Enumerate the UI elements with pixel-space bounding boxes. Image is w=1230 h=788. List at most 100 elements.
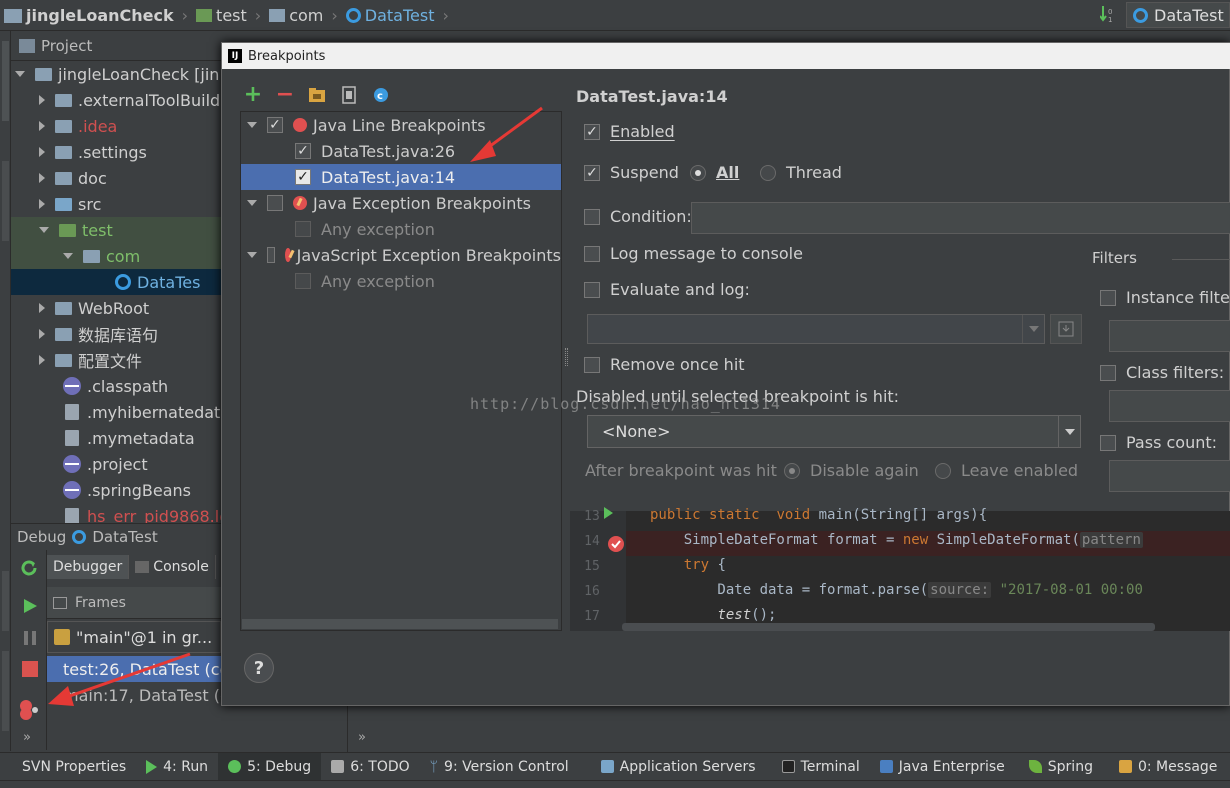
tree-item[interactable]: .externalToolBuild (11, 87, 220, 113)
spring-tool-button[interactable]: Spring (1015, 753, 1103, 781)
run-tool-button[interactable]: 4: Run (136, 753, 218, 781)
run-configuration-select[interactable]: DataTest (1126, 2, 1230, 28)
pass-count-checkbox-row[interactable]: Pass count: (1100, 433, 1217, 452)
suspend-all-radio[interactable] (690, 164, 706, 181)
sort-icon[interactable]: 01 (1100, 4, 1114, 26)
breakpoint-item[interactable]: Any exception (241, 268, 561, 294)
expand-arrow-icon[interactable] (39, 173, 45, 183)
class-filters-checkbox-row[interactable]: Class filters: (1100, 363, 1224, 382)
view-breakpoints-icon[interactable] (18, 698, 40, 720)
tree-item-root[interactable]: jingleLoanCheck [jin (11, 61, 219, 87)
breadcrumb-com[interactable]: com (289, 6, 323, 25)
evaluate-log-checkbox[interactable] (584, 281, 600, 298)
tree-item[interactable]: hs_err_pid9868.lo (11, 503, 221, 523)
group-javascript-exception-breakpoints[interactable]: JavaScript Exception Breakpoints (241, 242, 561, 268)
group-java-line-breakpoints[interactable]: ✓ Java Line Breakpoints (241, 112, 561, 138)
help-button[interactable]: ? (244, 653, 274, 683)
svn-properties-button[interactable]: SVN Properties (0, 753, 136, 781)
tree-item[interactable]: 数据库语句 (11, 321, 158, 347)
expand-arrow-icon[interactable] (247, 122, 257, 128)
leave-enabled-radio[interactable] (935, 462, 951, 479)
debug-tool-button[interactable]: 5: Debug (218, 752, 322, 781)
frame-item[interactable]: main:17, DataTest (c (47, 682, 221, 708)
thread-select[interactable]: "main"@1 in gr... (47, 621, 221, 653)
breakpoint-checkbox[interactable] (295, 273, 311, 289)
expand-arrow-icon[interactable] (247, 200, 257, 206)
condition-checkbox[interactable] (584, 208, 600, 225)
tree-item[interactable]: test (11, 217, 221, 243)
evaluate-log-checkbox-row[interactable]: Evaluate and log: (584, 280, 750, 299)
breakpoint-checkbox[interactable]: ✓ (295, 143, 311, 159)
expand-arrow-icon[interactable] (39, 329, 45, 339)
tree-item[interactable]: .classpath (11, 373, 168, 399)
pass-count-input[interactable] (1109, 460, 1230, 492)
java-enterprise-tool-button[interactable]: Java Enterprise (870, 753, 1015, 781)
tree-item[interactable]: .myhibernatedata (11, 399, 221, 425)
splitter-handle[interactable] (565, 348, 568, 366)
group-java-exception-breakpoints[interactable]: Java Exception Breakpoints (241, 190, 561, 216)
instance-filter-checkbox-row[interactable]: Instance filter (1100, 288, 1230, 307)
condition-checkbox-row[interactable]: Condition: (584, 207, 692, 226)
dropdown-arrow-icon[interactable] (1058, 416, 1080, 447)
log-message-checkbox-row[interactable]: Log message to console (584, 244, 803, 263)
terminal-tool-button[interactable]: Terminal (766, 753, 870, 781)
tab-console[interactable]: Console (153, 555, 216, 579)
more-icon[interactable]: » (358, 730, 366, 745)
pass-count-checkbox[interactable] (1100, 434, 1116, 451)
class-filters-checkbox[interactable] (1100, 364, 1116, 381)
log-message-checkbox[interactable] (584, 245, 600, 262)
add-icon[interactable]: + (242, 84, 264, 106)
group-by-class-icon[interactable]: c (370, 84, 392, 106)
suspend-checkbox[interactable]: ✓ (584, 164, 600, 181)
expand-arrow-icon[interactable] (39, 147, 45, 157)
disabled-until-select[interactable]: <None> (587, 415, 1081, 448)
group-by-package-icon[interactable] (306, 84, 328, 106)
class-filters-input[interactable] (1109, 390, 1230, 422)
suspend-thread-radio-row[interactable]: Thread (760, 163, 842, 182)
breakpoint-checkbox[interactable] (295, 221, 311, 237)
enabled-checkbox[interactable]: ✓ (584, 123, 600, 140)
todo-tool-button[interactable]: 6: TODO (321, 753, 419, 781)
tree-item[interactable]: .project (11, 451, 148, 477)
tree-item[interactable]: .springBeans (11, 477, 191, 503)
expand-arrow-icon[interactable] (39, 303, 45, 313)
enabled-checkbox-row[interactable]: ✓ Enabled (584, 122, 675, 141)
tree-item[interactable]: .idea (11, 113, 117, 139)
stop-icon[interactable] (21, 660, 39, 678)
expand-arrow-icon[interactable] (39, 95, 45, 105)
expand-arrow-icon[interactable] (247, 252, 257, 258)
tree-item[interactable]: com (11, 243, 221, 269)
group-by-file-icon[interactable] (338, 84, 360, 106)
more-icon[interactable]: » (23, 730, 31, 745)
expand-editor-icon[interactable] (1050, 314, 1082, 344)
group-checkbox[interactable] (267, 247, 275, 263)
tree-item[interactable]: .mymetadata (11, 425, 195, 451)
condition-input[interactable] (691, 202, 1230, 234)
expand-arrow-icon[interactable] (39, 355, 45, 365)
evaluate-log-input[interactable] (587, 314, 1045, 344)
pause-icon[interactable] (22, 630, 38, 646)
group-checkbox[interactable] (267, 195, 283, 211)
tab-debugger[interactable]: Debugger (47, 555, 130, 579)
expand-arrow-icon[interactable] (39, 199, 45, 209)
tree-item[interactable]: src (11, 191, 101, 217)
remove-once-hit-checkbox[interactable] (584, 356, 600, 373)
favorites-tool-tab[interactable] (2, 651, 9, 731)
suspend-all-radio-row[interactable]: All (690, 163, 739, 182)
group-checkbox[interactable]: ✓ (267, 117, 283, 133)
breakpoint-item[interactable]: ✓ DataTest.java:26 (241, 138, 561, 164)
breadcrumb-project[interactable]: jingleLoanCheck (26, 6, 174, 25)
version-control-tool-button[interactable]: ᛘ 9: Version Control (420, 753, 579, 781)
code-scrollbar[interactable] (622, 623, 1155, 631)
web-tool-tab[interactable] (2, 571, 9, 631)
instance-filter-checkbox[interactable] (1100, 289, 1116, 306)
leave-enabled-radio-row[interactable]: Leave enabled (935, 461, 1078, 480)
remove-icon[interactable]: − (274, 84, 296, 106)
tree-item[interactable]: 配置文件 (11, 347, 142, 373)
disable-again-radio-row[interactable]: Disable again (784, 461, 919, 480)
suspend-checkbox-row[interactable]: ✓ Suspend (584, 163, 679, 182)
resume-icon[interactable] (21, 597, 39, 615)
breakpoint-item[interactable]: Any exception (241, 216, 561, 242)
tree-item[interactable]: WebRoot (11, 295, 149, 321)
horizontal-scrollbar[interactable] (242, 619, 558, 629)
